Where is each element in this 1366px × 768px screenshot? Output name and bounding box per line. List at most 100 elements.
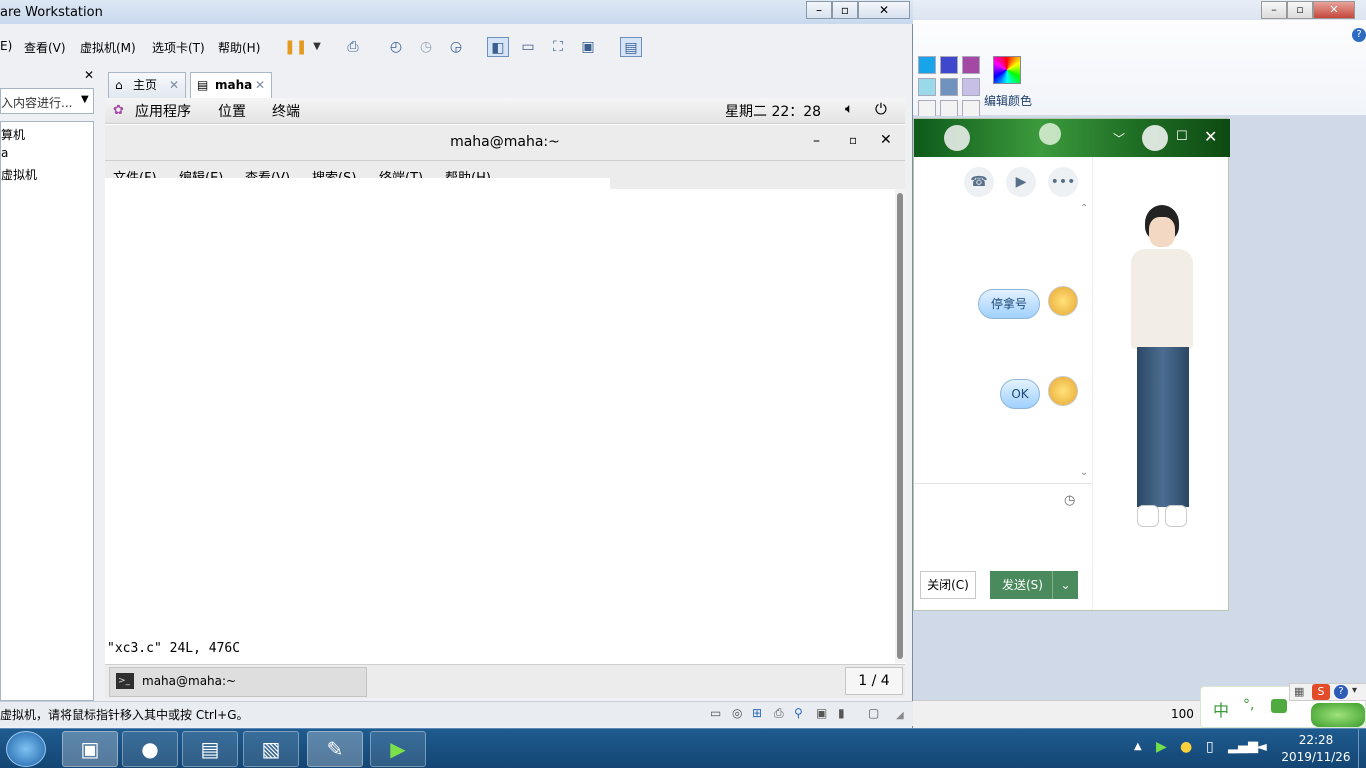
ime-mode[interactable]: 中 <box>1213 697 1229 721</box>
more-options-button[interactable]: ••• <box>1048 167 1078 197</box>
close-icon[interactable]: ✕ <box>169 73 179 97</box>
fullscreen-icon[interactable]: ⛶ <box>547 37 569 57</box>
chevron-down-icon[interactable]: ▼ <box>81 94 89 105</box>
tray-media-icon[interactable]: ▶ <box>1156 739 1167 755</box>
library-search-input[interactable]: 入内容进行... ▼ <box>0 88 94 114</box>
guest-display[interactable]: ✿ 应用程序 位置 终端 星期二 22：28 🔈︎ ⏻ maha@maha:~ … <box>105 98 905 698</box>
tab-home[interactable]: ⌂ 主页 ✕ <box>108 72 186 98</box>
sogou-icon[interactable]: S <box>1312 684 1330 700</box>
tree-item-maha[interactable]: a <box>1 146 8 160</box>
rainbow-palette-icon[interactable] <box>993 56 1021 84</box>
color-swatch[interactable] <box>962 56 980 74</box>
scrollbar-thumb[interactable] <box>897 193 903 659</box>
help-icon[interactable]: ? <box>1352 28 1366 42</box>
minimize-button[interactable]: – <box>806 1 832 19</box>
volume-icon[interactable]: 🔈︎ <box>845 101 853 117</box>
scroll-up-icon[interactable]: ⌃ <box>1080 203 1088 214</box>
maximize-icon[interactable]: ▫ <box>849 133 857 147</box>
usb-icon[interactable]: ⚲ <box>794 706 803 720</box>
close-button[interactable]: ✕ <box>858 1 910 19</box>
tree-item-shared-vms[interactable]: 虚拟机 <box>1 166 37 183</box>
tray-date[interactable]: 2019/11/26 <box>1278 750 1354 764</box>
cd-icon[interactable]: ◎ <box>732 706 742 720</box>
resize-grip-icon[interactable]: ◢ <box>896 710 904 721</box>
workspace-switcher[interactable]: 1 / 4 <box>845 667 903 695</box>
taskbar-explorer-button[interactable]: ▤ <box>182 731 238 767</box>
send-button[interactable]: 发送(S) ⌄ <box>990 571 1078 599</box>
taskbar-vmware-button[interactable]: ▣ <box>62 731 118 767</box>
thumbnail-bar-icon[interactable]: ▭ <box>517 37 539 57</box>
close-chat-button[interactable]: 关闭(C) <box>920 571 976 599</box>
show-hidden-icons-icon[interactable]: ▲ <box>1134 741 1142 752</box>
tab-maha[interactable]: ▤ maha ✕ <box>190 72 272 98</box>
close-icon[interactable]: ✕ <box>255 73 265 97</box>
hard-disk-icon[interactable]: ▭ <box>710 706 721 720</box>
ime-punct[interactable]: °, <box>1243 697 1254 713</box>
volume-icon[interactable]: ◄ <box>1256 739 1267 755</box>
menu-help[interactable]: 帮助(H) <box>218 39 260 56</box>
edit-colors-label[interactable]: 编辑颜色 <box>984 92 1032 109</box>
tree-item-my-computer[interactable]: 算机 <box>1 126 25 143</box>
help-icon[interactable]: ? <box>1334 685 1348 699</box>
menu-edit[interactable]: E) <box>0 39 12 53</box>
sound-card-icon[interactable]: ▮ <box>838 706 845 720</box>
menu-vm[interactable]: 虚拟机(M) <box>80 39 136 56</box>
show-library-icon[interactable]: ◧ <box>487 37 509 57</box>
history-clock-icon[interactable]: ◷ <box>1064 493 1075 508</box>
taskbar-paint-button[interactable]: ✎ <box>307 731 363 767</box>
pause-icon[interactable]: ❚❚ <box>284 37 307 57</box>
chevron-down-icon[interactable]: ▾ <box>1352 685 1357 696</box>
maximize-button[interactable]: ▫ <box>832 1 858 19</box>
video-call-button[interactable]: ▶ <box>1006 167 1036 197</box>
taskbar-qq-chat-button[interactable]: ● <box>122 731 178 767</box>
paint-minimize-button[interactable]: – <box>1261 1 1287 19</box>
clock[interactable]: 星期二 22：28 <box>725 101 821 121</box>
snapshot-icon[interactable]: ◴ <box>385 37 407 57</box>
terminal-menu[interactable]: 终端 <box>272 101 300 121</box>
color-swatch[interactable] <box>918 78 936 96</box>
printer-icon[interactable]: ⎙ <box>774 706 784 721</box>
power-icon[interactable]: ⏻ <box>875 100 887 118</box>
snapshot-manager-icon[interactable]: ◶ <box>445 37 467 57</box>
unity-icon[interactable]: ▣ <box>577 37 599 57</box>
color-swatch[interactable] <box>940 56 958 74</box>
network-icon[interactable]: ⊞ <box>752 706 762 720</box>
grid-icon[interactable]: ▦ <box>1294 685 1304 698</box>
guest-task-button[interactable]: >_ maha@maha:~ <box>109 667 367 697</box>
avatar[interactable] <box>1048 376 1078 406</box>
applications-menu[interactable]: 应用程序 <box>135 101 191 121</box>
avatar[interactable] <box>1048 286 1078 316</box>
collapse-icon[interactable]: ﹀ <box>1113 130 1125 147</box>
message-log-icon[interactable]: ▢ <box>868 706 879 720</box>
menu-tabs[interactable]: 选项卡(T) <box>152 39 205 56</box>
close-icon[interactable]: ✕ <box>880 132 892 148</box>
taskbar-media-player-button[interactable]: ▶ <box>370 731 426 767</box>
send-ctrl-alt-del-icon[interactable]: ⎙ <box>342 37 364 57</box>
places-menu[interactable]: 位置 <box>218 101 246 121</box>
minimize-icon[interactable]: – <box>813 133 820 149</box>
menu-view[interactable]: 查看(V) <box>24 39 66 56</box>
tray-time[interactable]: 22:28 <box>1278 733 1354 747</box>
revert-snapshot-icon[interactable]: ◷ <box>415 37 437 57</box>
phone-call-button[interactable]: ☎ <box>964 167 994 197</box>
taskbar-photo-viewer-button[interactable]: ▧ <box>243 731 299 767</box>
scroll-down-icon[interactable]: ⌄ <box>1080 467 1088 478</box>
paint-close-button[interactable]: ✕ <box>1313 1 1355 19</box>
display-icon[interactable]: ▣ <box>816 706 827 720</box>
close-icon[interactable]: ✕ <box>1204 127 1217 146</box>
console-view-icon[interactable]: ▤ <box>620 37 642 57</box>
network-signal-icon[interactable]: ▂▄▆ <box>1228 739 1258 754</box>
color-swatch[interactable] <box>918 56 936 74</box>
battery-icon[interactable]: ▯ <box>1206 739 1214 755</box>
chevron-down-icon[interactable]: ⌄ <box>1052 571 1078 599</box>
show-desktop-button[interactable] <box>1358 729 1366 768</box>
close-icon[interactable]: ✕ <box>84 68 94 82</box>
terminal-content[interactable]: "xc3.c" 24L, 476C <box>105 189 895 663</box>
chevron-down-icon[interactable]: ▼ <box>306 37 328 57</box>
tray-qq-icon[interactable]: ● <box>1180 739 1192 755</box>
start-button[interactable] <box>6 731 46 767</box>
color-swatch[interactable] <box>962 78 980 96</box>
paint-maximize-button[interactable]: ▫ <box>1287 1 1313 19</box>
maximize-icon[interactable]: ☐ <box>1176 129 1188 144</box>
terminal-scrollbar[interactable] <box>895 189 905 663</box>
